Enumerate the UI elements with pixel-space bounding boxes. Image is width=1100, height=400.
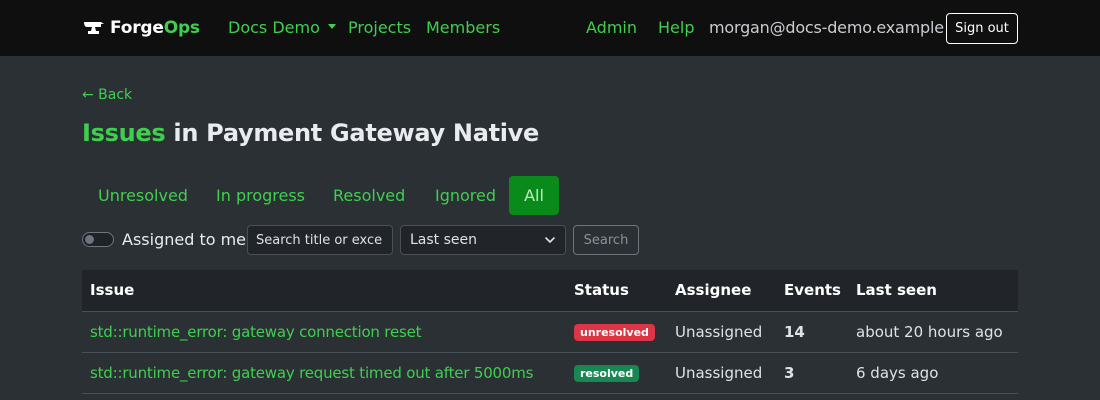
org-dropdown-label: Docs Demo: [228, 18, 320, 37]
column-header-issue: Issue: [82, 270, 566, 312]
anvil-icon: [84, 22, 104, 34]
user-email: morgan@docs-demo.example: [709, 18, 944, 37]
last-seen-cell: about 20 hours ago: [848, 311, 1018, 353]
assigned-to-me-toggle[interactable]: [82, 232, 114, 247]
issue-link[interactable]: std::runtime_error: gateway connection r…: [90, 323, 422, 341]
tab-unresolved[interactable]: Unresolved: [82, 176, 204, 215]
table-row: std::runtime_error: gateway request time…: [82, 352, 1018, 394]
issue-cell: std::runtime_error: gateway connection r…: [82, 311, 566, 353]
search-button[interactable]: Search: [573, 225, 639, 255]
last-seen-cell: 6 days ago: [848, 352, 1018, 394]
sort-select[interactable]: Last seen: [400, 225, 566, 255]
status-cell: unresolved: [566, 311, 667, 353]
assignee-cell: Unassigned: [667, 311, 776, 353]
events-cell: 14: [776, 311, 848, 353]
page-title: Issues in Payment Gateway Native: [82, 119, 539, 147]
table-header-row: Issue Status Assignee Events Last seen: [82, 270, 1018, 312]
status-badge: unresolved: [574, 324, 655, 341]
status-badge: resolved: [574, 365, 640, 382]
column-header-last-seen: Last seen: [848, 270, 1018, 312]
events-cell: 3: [776, 352, 848, 394]
tab-in-progress[interactable]: In progress: [200, 176, 321, 215]
issues-table: Issue Status Assignee Events Last seen s…: [82, 270, 1018, 394]
table-row: std::runtime_error: gateway connection r…: [82, 311, 1018, 353]
tab-ignored[interactable]: Ignored: [419, 176, 512, 215]
toggle-knob: [85, 235, 94, 244]
page-title-project: in Payment Gateway Native: [165, 119, 540, 147]
issue-cell: std::runtime_error: gateway request time…: [82, 352, 566, 394]
assignee-cell: Unassigned: [667, 352, 776, 394]
back-link[interactable]: ← Back: [82, 87, 132, 103]
org-dropdown[interactable]: Docs Demo: [228, 18, 336, 37]
column-header-status: Status: [566, 270, 667, 312]
chevron-down-icon: [545, 237, 555, 243]
page-title-accent: Issues: [82, 119, 166, 147]
assigned-to-me-label: Assigned to me: [122, 230, 247, 249]
column-header-assignee: Assignee: [667, 270, 776, 312]
chevron-down-icon: [327, 24, 336, 29]
issue-link[interactable]: std::runtime_error: gateway request time…: [90, 364, 533, 382]
status-cell: resolved: [566, 352, 667, 394]
brand-name: ForgeOps: [110, 18, 200, 38]
nav-projects-link[interactable]: Projects: [348, 18, 411, 37]
brand-logo-link[interactable]: ForgeOps: [83, 18, 200, 38]
nav-help-link[interactable]: Help: [658, 18, 694, 37]
nav-admin-link[interactable]: Admin: [586, 18, 637, 37]
tab-resolved[interactable]: Resolved: [317, 176, 421, 215]
nav-members-link[interactable]: Members: [426, 18, 500, 37]
search-input[interactable]: [247, 225, 393, 255]
tab-all[interactable]: All: [509, 176, 559, 215]
sign-out-button[interactable]: Sign out: [946, 13, 1018, 44]
column-header-events: Events: [776, 270, 848, 312]
sort-select-value: Last seen: [410, 232, 478, 248]
